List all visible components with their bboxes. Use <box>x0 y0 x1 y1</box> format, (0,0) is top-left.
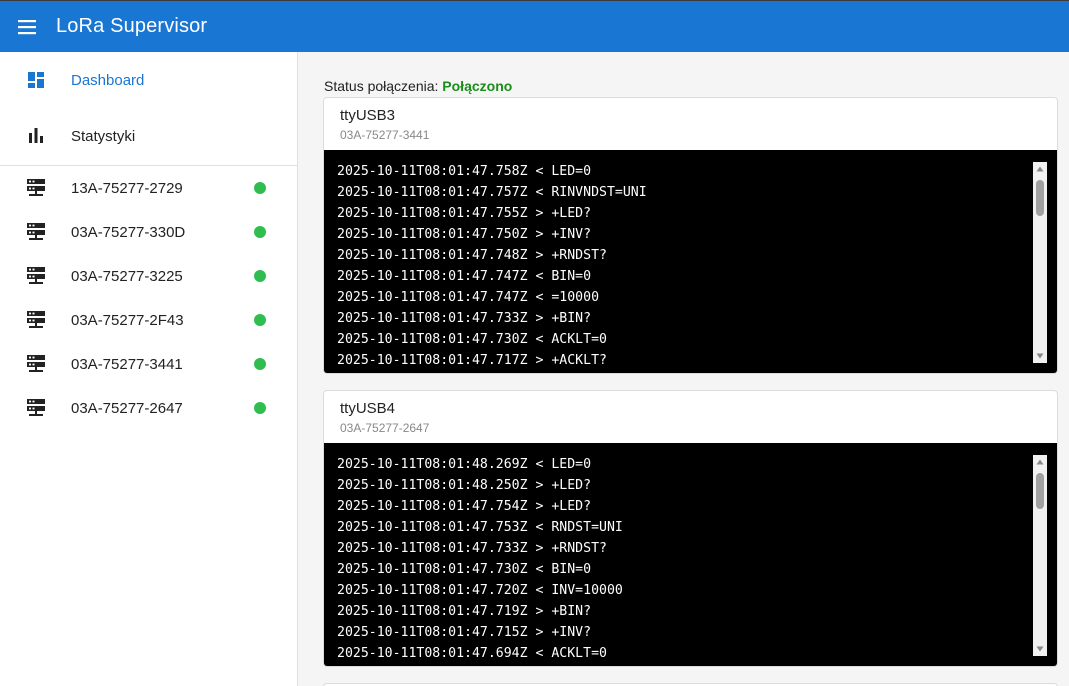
device-label: 13A-75277-2729 <box>71 179 183 197</box>
console-scrollbar[interactable] <box>1033 162 1047 363</box>
log-lines: 2025-10-11T08:01:47.758Z < LED=0 2025-10-… <box>337 161 647 371</box>
device-label: 03A-75277-3225 <box>71 267 183 285</box>
server-icon <box>24 396 48 420</box>
server-icon <box>24 264 48 288</box>
server-icon <box>24 352 48 376</box>
main-content: Status połączenia: Połączono ttyUSB3 03A-… <box>299 52 1069 686</box>
log-line: 2025-10-11T08:01:47.754Z > +LED? <box>337 499 592 514</box>
log-line: 2025-10-11T08:01:47.755Z > +LED? <box>337 206 592 221</box>
status-dot <box>254 182 266 194</box>
status-dot <box>254 226 266 238</box>
log-lines: 2025-10-11T08:01:48.269Z < LED=0 2025-10-… <box>337 454 623 664</box>
device-label: 03A-75277-3441 <box>71 355 183 373</box>
sidebar: Dashboard Statystyki 13A-75277-2729 03A-7… <box>0 52 298 686</box>
device-item[interactable]: 03A-75277-2F43 <box>0 298 297 342</box>
card-subtitle: 03A-75277-3441 <box>340 128 430 142</box>
device-item[interactable]: 03A-75277-3225 <box>0 254 297 298</box>
log-line: 2025-10-11T08:01:47.694Z < ACKLT=0 <box>337 646 607 661</box>
server-icon <box>24 308 48 332</box>
connection-status-label: Status połączenia: <box>324 78 439 94</box>
dashboard-icon <box>24 68 48 92</box>
status-dot <box>254 402 266 414</box>
nav-item-statystyki[interactable]: Statystyki <box>0 108 297 164</box>
card-title: ttyUSB4 <box>340 400 396 417</box>
device-list: 13A-75277-2729 03A-75277-330D 03A-75277-32… <box>0 166 297 430</box>
log-line: 2025-10-11T08:01:47.715Z > +INV? <box>337 625 592 640</box>
log-line: 2025-10-11T08:01:47.719Z > +BIN? <box>337 604 592 619</box>
nav-item-label: Statystyki <box>71 127 136 145</box>
connection-status: Status połączenia: Połączono <box>324 78 512 94</box>
app-title: LoRa Supervisor <box>56 15 208 37</box>
console-scrollbar[interactable] <box>1033 455 1047 656</box>
log-line: 2025-10-11T08:01:48.250Z > +LED? <box>337 478 592 493</box>
log-line: 2025-10-11T08:01:47.733Z > +BIN? <box>337 311 592 326</box>
scroll-down-arrow-icon[interactable] <box>1033 642 1047 656</box>
card-title: ttyUSB3 <box>340 107 396 124</box>
device-item[interactable]: 03A-75277-2647 <box>0 386 297 430</box>
log-line: 2025-10-11T08:01:47.750Z > +INV? <box>337 227 592 242</box>
device-label: 03A-75277-330D <box>71 223 186 241</box>
log-line: 2025-10-11T08:01:47.733Z > +RNDST? <box>337 541 607 556</box>
port-card: ttyUSB3 03A-75277-3441 2025-10-11T08:01:47… <box>323 97 1058 374</box>
log-line: 2025-10-11T08:01:47.748Z > +RNDST? <box>337 248 607 263</box>
scrollbar-thumb[interactable] <box>1036 473 1044 509</box>
server-icon <box>24 176 48 200</box>
log-line: 2025-10-11T08:01:47.730Z < BIN=0 <box>337 562 592 577</box>
scrollbar-thumb[interactable] <box>1036 180 1044 216</box>
port-card: ttyUSB4 03A-75277-2647 2025-10-11T08:01:48… <box>323 390 1058 667</box>
status-dot <box>254 314 266 326</box>
app-bar: LoRa Supervisor <box>0 0 1069 52</box>
server-icon <box>24 220 48 244</box>
log-line: 2025-10-11T08:01:47.717Z > +ACKLT? <box>337 353 607 368</box>
device-item[interactable]: 03A-75277-3441 <box>0 342 297 386</box>
log-line: 2025-10-11T08:01:47.758Z < LED=0 <box>337 164 592 179</box>
nav-item-dashboard[interactable]: Dashboard <box>0 52 297 108</box>
device-item[interactable]: 03A-75277-330D <box>0 210 297 254</box>
card-header: ttyUSB3 03A-75277-3441 <box>324 98 1057 150</box>
device-item[interactable]: 13A-75277-2729 <box>0 166 297 210</box>
connection-status-value: Połączono <box>442 78 513 94</box>
scroll-up-arrow-icon[interactable] <box>1033 162 1047 176</box>
card-header: ttyUSB4 03A-75277-2647 <box>324 391 1057 443</box>
log-line: 2025-10-11T08:01:47.753Z < RNDST=UNI <box>337 520 623 535</box>
device-label: 03A-75277-2F43 <box>71 311 184 329</box>
status-dot <box>254 270 266 282</box>
log-line: 2025-10-11T08:01:47.720Z < INV=10000 <box>337 583 623 598</box>
nav-item-label: Dashboard <box>71 71 145 89</box>
menu-button[interactable] <box>13 13 41 41</box>
log-line: 2025-10-11T08:01:47.747Z < =10000 <box>337 290 600 305</box>
device-label: 03A-75277-2647 <box>71 399 183 417</box>
serial-console[interactable]: 2025-10-11T08:01:48.269Z < LED=0 2025-10-… <box>324 443 1057 666</box>
menu-icon <box>18 19 36 34</box>
log-line: 2025-10-11T08:01:48.269Z < LED=0 <box>337 457 592 472</box>
log-line: 2025-10-11T08:01:47.730Z < ACKLT=0 <box>337 332 607 347</box>
scroll-up-arrow-icon[interactable] <box>1033 455 1047 469</box>
log-line: 2025-10-11T08:01:47.747Z < BIN=0 <box>337 269 592 284</box>
card-subtitle: 03A-75277-2647 <box>340 421 430 435</box>
status-dot <box>254 358 266 370</box>
scroll-down-arrow-icon[interactable] <box>1033 349 1047 363</box>
log-line: 2025-10-11T08:01:47.757Z < RINVNDST=UNI <box>337 185 647 200</box>
bar-chart-icon <box>24 124 48 148</box>
serial-console[interactable]: 2025-10-11T08:01:47.758Z < LED=0 2025-10-… <box>324 150 1057 373</box>
